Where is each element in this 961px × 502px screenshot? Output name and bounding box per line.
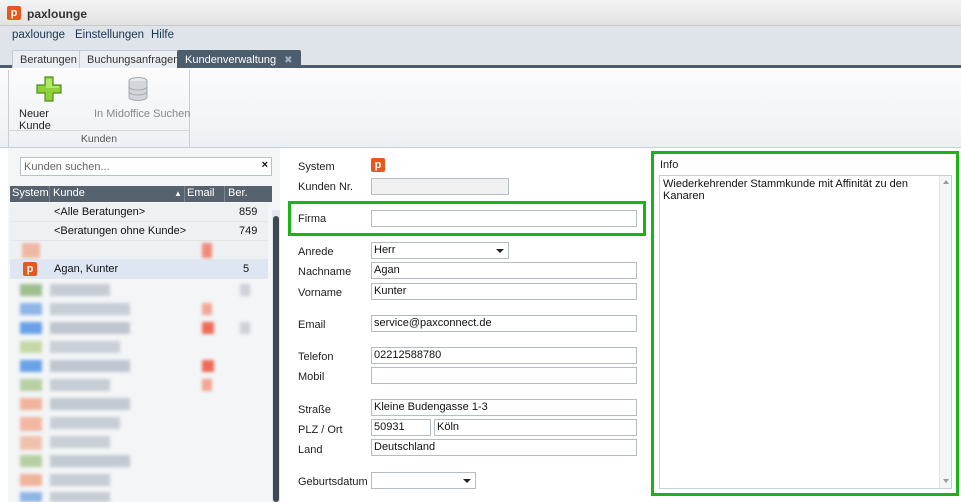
vorname-label: Vorname <box>298 287 343 299</box>
mobil-label: Mobil <box>298 371 325 383</box>
column-divider <box>224 186 225 202</box>
telefon-label: Telefon <box>298 351 334 363</box>
email-label: Email <box>298 319 326 331</box>
paxlounge-system-icon: p <box>23 262 37 276</box>
strasse-field[interactable]: Kleine Budengasse 1-3 <box>371 399 637 416</box>
table-row-selected[interactable]: p Agan, Kunter 5 <box>10 260 268 279</box>
tab-label: Buchungsanfragen <box>87 54 180 66</box>
ort-field[interactable]: Köln <box>434 419 637 436</box>
tab-label: Beratungen <box>20 54 77 66</box>
ribbon-group-label: Kunden <box>8 130 190 147</box>
anrede-label: Anrede <box>298 246 334 258</box>
row-kunde: <Beratungen ohne Kunde> <box>54 225 187 237</box>
kunden-nr-field <box>371 178 509 195</box>
info-scrollbar[interactable] <box>939 176 951 488</box>
email-field[interactable]: service@paxconnect.de <box>371 315 637 332</box>
close-tab-icon[interactable]: ✖ <box>284 55 292 66</box>
customer-grid-header: System Kunde ▲ Email Ber. <box>10 186 272 202</box>
scroll-thumb[interactable] <box>273 216 279 502</box>
pixelated-rows <box>10 280 268 502</box>
customer-search-box: × <box>20 157 272 176</box>
paxlounge-system-icon: p <box>371 158 385 172</box>
tab-kundenverwaltung[interactable]: Kundenverwaltung ✖ <box>177 50 301 68</box>
menu-hilfe[interactable]: Hilfe <box>151 29 174 41</box>
plus-icon <box>36 76 62 102</box>
app-logo-icon: p <box>7 6 21 20</box>
table-row[interactable] <box>10 241 268 260</box>
column-header-system[interactable]: System <box>12 187 49 199</box>
scroll-down-icon[interactable] <box>943 479 949 483</box>
row-ber: 5 <box>243 263 250 275</box>
column-header-ber[interactable]: Ber. <box>228 187 248 199</box>
nachname-label: Nachname <box>298 266 352 278</box>
row-ber: 749 <box>239 225 258 237</box>
dropdown-arrow-icon <box>496 249 504 253</box>
pixelated-cell <box>202 243 212 258</box>
menu-paxlounge[interactable]: paxlounge <box>12 29 65 41</box>
pixelated-cell <box>22 243 40 258</box>
land-label: Land <box>298 444 323 456</box>
scroll-up-icon[interactable] <box>943 180 949 184</box>
table-row[interactable]: <Alle Beratungen> 859 <box>10 203 268 222</box>
app-title: paxlounge <box>27 7 88 21</box>
geburtsdatum-picker[interactable] <box>371 472 476 489</box>
column-header-kunde[interactable]: Kunde <box>53 187 85 199</box>
plz-field[interactable]: 50931 <box>371 419 431 436</box>
mobil-field[interactable] <box>371 367 637 384</box>
column-divider <box>184 186 185 202</box>
menu-bar <box>0 26 961 46</box>
new-customer-button[interactable]: Neuer Kunde <box>16 74 82 132</box>
anrede-value: Herr <box>374 244 396 256</box>
customer-search-input[interactable] <box>24 160 249 174</box>
tab-buchungsanfragen[interactable]: Buchungsanfragen <box>79 50 188 68</box>
midoffice-search-button[interactable]: In Midoffice Suchen <box>90 74 190 126</box>
firma-field[interactable] <box>371 210 637 227</box>
info-textarea[interactable]: Wiederkehrender Stammkunde mit Affinität… <box>659 175 952 489</box>
system-label: System <box>298 161 335 173</box>
row-ber: 859 <box>239 206 258 218</box>
row-kunde: Agan, Kunter <box>54 263 119 275</box>
menu-einstellungen[interactable]: Einstellungen <box>75 29 144 41</box>
title-bar <box>0 0 961 26</box>
nachname-field[interactable]: Agan <box>371 262 637 279</box>
table-row[interactable]: <Beratungen ohne Kunde> 749 <box>10 222 268 241</box>
info-label: Info <box>660 159 679 171</box>
dropdown-arrow-icon <box>463 479 471 483</box>
midoffice-search-label: In Midoffice Suchen <box>94 108 191 120</box>
anrede-select[interactable]: Herr <box>371 242 509 259</box>
vorname-field[interactable]: Kunter <box>371 283 637 300</box>
strasse-label: Straße <box>298 404 332 416</box>
telefon-field[interactable]: 02212588780 <box>371 347 637 364</box>
row-kunde: <Alle Beratungen> <box>54 206 146 218</box>
firma-label: Firma <box>298 213 327 225</box>
tab-label: Kundenverwaltung <box>185 54 277 66</box>
sort-asc-icon: ▲ <box>174 189 182 198</box>
geburtsdatum-label: Geburtsdatum <box>298 476 368 488</box>
tab-beratungen[interactable]: Beratungen <box>12 50 85 68</box>
land-field[interactable]: Deutschland <box>371 439 637 456</box>
new-customer-label: Neuer Kunde <box>19 108 51 132</box>
plz-ort-label: PLZ / Ort <box>298 424 343 436</box>
column-divider <box>49 186 50 202</box>
column-header-email[interactable]: Email <box>187 187 215 199</box>
kunden-nr-label: Kunden Nr. <box>298 181 354 193</box>
database-icon <box>128 77 148 101</box>
info-text: Wiederkehrender Stammkunde mit Affinität… <box>663 178 908 202</box>
clear-search-icon[interactable]: × <box>262 159 268 171</box>
